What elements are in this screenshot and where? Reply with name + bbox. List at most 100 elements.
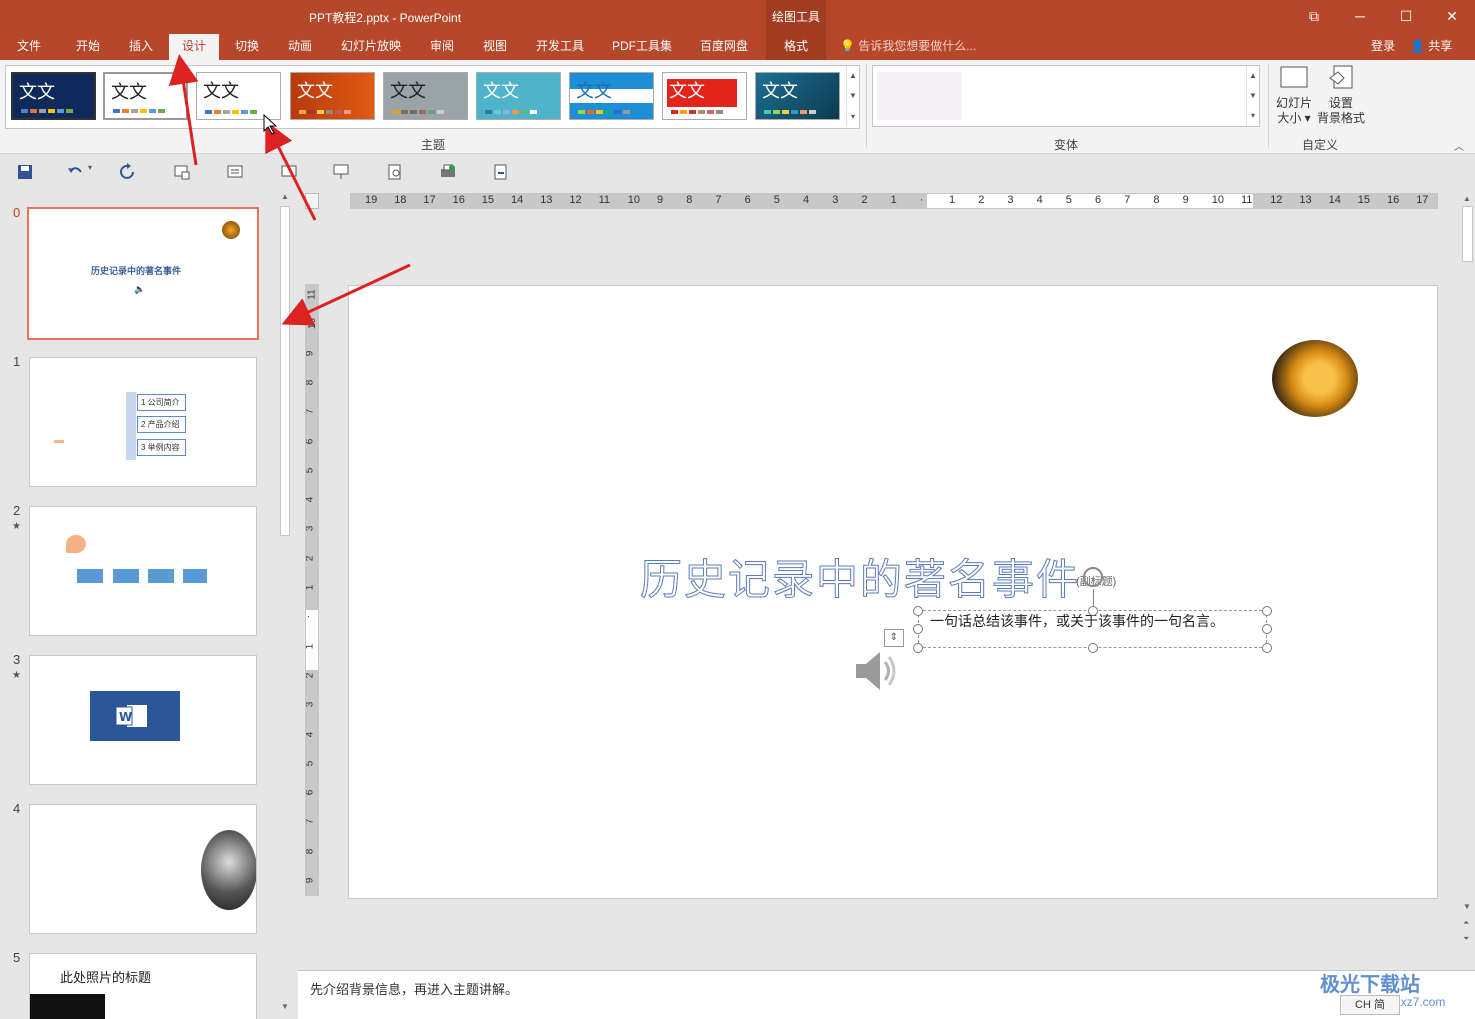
slide-number: 3: [13, 652, 21, 667]
ruler-tick-label: 10: [1211, 194, 1225, 206]
horizontal-ruler[interactable]: 19 18 17 16 15 14 13 12 11 10 9 8 7 6 5 4 3 2 1 · 1 2 3 4 5 6 7 8 9 1…: [350, 193, 1438, 209]
tab-pdf-tools[interactable]: PDF工具集: [603, 34, 681, 60]
layout-options-icon[interactable]: ⇕: [884, 629, 904, 647]
tab-developer[interactable]: 开发工具: [527, 34, 593, 60]
tab-slideshow[interactable]: 幻灯片放映: [333, 34, 409, 60]
variant-thumbnail[interactable]: [877, 72, 962, 120]
present-icon[interactable]: [332, 163, 350, 181]
tab-design[interactable]: 设计: [169, 34, 219, 60]
slide-thumbnail-4[interactable]: [29, 804, 257, 934]
theme-red[interactable]: 文文: [662, 72, 747, 120]
ruler-tick-label: 5: [773, 194, 780, 206]
ruler-tick-label: 2: [978, 194, 985, 206]
resize-handle[interactable]: [913, 624, 923, 634]
ime-indicator[interactable]: CH 简: [1340, 995, 1400, 1015]
share-button[interactable]: 👤 共享: [1410, 34, 1468, 58]
theme-blue-band[interactable]: 文文: [569, 72, 654, 120]
variant-scroll-up-icon[interactable]: ▲: [1246, 66, 1259, 86]
ruler-tick-label: 1: [305, 643, 316, 649]
new-slide-icon[interactable]: [173, 163, 191, 181]
ruler-tick-label: 9: [305, 877, 316, 884]
customize-group-label: 自定义: [1302, 138, 1339, 152]
previous-slide-icon[interactable]: ⏶: [1463, 918, 1469, 928]
resize-handle[interactable]: [1262, 624, 1272, 634]
close-icon[interactable]: ✕: [1429, 0, 1475, 32]
tab-review[interactable]: 审阅: [420, 34, 464, 60]
resize-handle[interactable]: [1088, 606, 1098, 616]
tab-format[interactable]: 格式: [766, 34, 826, 60]
audio-speaker-icon[interactable]: [852, 648, 902, 694]
tab-baidu-netdisk[interactable]: 百度网盘: [690, 34, 758, 60]
tab-transitions[interactable]: 切换: [225, 34, 269, 60]
scroll-down-icon[interactable]: ▼: [1463, 902, 1471, 911]
slide-thumbnail-5[interactable]: 此处照片的标题: [29, 953, 257, 1019]
theme-office-dark[interactable]: 文文: [11, 72, 96, 120]
slide-thumbnail-3[interactable]: W: [29, 655, 257, 785]
notes-pane[interactable]: 先介绍背景信息，再进入主题讲解。: [298, 970, 1475, 1019]
resize-handle[interactable]: [1262, 606, 1272, 616]
tab-insert[interactable]: 插入: [119, 34, 163, 60]
editor-scrollbar[interactable]: ▲ ▼ ⏶ ⏷: [1460, 190, 1475, 968]
format-background-icon: [1326, 64, 1356, 92]
slide-thumbnail-0[interactable]: 历史记录中的著名事件 🔈: [27, 207, 259, 340]
theme-office-2[interactable]: 文文: [196, 72, 281, 120]
print-preview-icon[interactable]: [386, 163, 404, 181]
theme-orange[interactable]: 文文: [290, 72, 375, 120]
scroll-up-icon[interactable]: ▲: [1463, 194, 1471, 203]
gallery-scroll-down-icon[interactable]: ▼: [846, 86, 859, 106]
ruler-corner: [305, 193, 319, 209]
resize-handle[interactable]: [1262, 643, 1272, 653]
resize-handle[interactable]: [913, 643, 923, 653]
slide-size-button[interactable]: 幻灯片 大小 ▾: [1272, 64, 1316, 126]
minimize-icon[interactable]: ─: [1337, 0, 1383, 32]
save-icon[interactable]: [16, 163, 34, 181]
tab-file[interactable]: 文件: [8, 34, 50, 60]
subtitle-text[interactable]: 一句话总结该事件，或关于该事件的一句名言。: [930, 611, 1224, 631]
ruler-tick-label: 4: [305, 496, 316, 503]
print-icon[interactable]: [439, 163, 457, 181]
scrollbar-thumb[interactable]: [1462, 206, 1473, 262]
scroll-down-icon[interactable]: ▼: [281, 1002, 289, 1011]
login-link[interactable]: 登录: [1371, 34, 1395, 58]
slide-thumbnail-2[interactable]: [29, 506, 257, 636]
tab-view[interactable]: 视图: [473, 34, 517, 60]
theme-dark-teal[interactable]: 文文: [755, 72, 840, 120]
tab-animations[interactable]: 动画: [278, 34, 322, 60]
ruler-tick-label: 19: [365, 194, 378, 206]
variant-scroll-down-icon[interactable]: ▼: [1246, 86, 1259, 106]
restore-icon[interactable]: ⧉: [1291, 0, 1337, 32]
tab-home[interactable]: 开始: [66, 34, 110, 60]
theme-office[interactable]: 文文: [103, 72, 188, 120]
collapse-ribbon-icon[interactable]: ︿: [1454, 138, 1464, 153]
next-slide-icon[interactable]: ⏷: [1463, 934, 1469, 944]
ruler-tick-label: 4: [1036, 194, 1043, 206]
slide-thumbnail-1[interactable]: 1 公司简介 2 产品介绍 3 举例内容: [29, 357, 257, 487]
slide-title[interactable]: 历史记录中的著名事件: [639, 546, 1080, 607]
theme-gray[interactable]: 文文: [383, 72, 468, 120]
resize-handle[interactable]: [913, 606, 923, 616]
notes-text[interactable]: 先介绍背景信息，再进入主题讲解。: [310, 979, 518, 998]
thumbnail-scrollbar[interactable]: ▲ ▼: [278, 192, 292, 1017]
scroll-up-icon[interactable]: ▲: [281, 192, 289, 201]
format-background-button[interactable]: 设置 背景格式: [1316, 64, 1366, 126]
redo-icon[interactable]: [119, 163, 137, 181]
rotate-handle-icon[interactable]: [1083, 567, 1103, 587]
layout-icon[interactable]: [226, 163, 244, 181]
maximize-icon[interactable]: ☐: [1383, 0, 1429, 32]
theme-sample-text: 文文: [19, 82, 55, 102]
leaf-image[interactable]: [1272, 340, 1358, 417]
resize-handle[interactable]: [1088, 643, 1098, 653]
scrollbar-thumb[interactable]: [280, 206, 290, 536]
ruler-tick-label: 2: [861, 194, 868, 206]
variant-more-icon[interactable]: ▾: [1246, 106, 1259, 126]
tell-me-search[interactable]: 💡 告诉我您想要做什么...: [840, 34, 976, 60]
undo-icon[interactable]: [66, 163, 84, 181]
vertical-ruler[interactable]: 11 10 9 8 7 6 5 4 3 2 1 · 1 2 3 4 5 6 7 8 9: [305, 284, 319, 896]
gallery-more-icon[interactable]: ▾: [846, 107, 859, 127]
export-icon[interactable]: [492, 163, 510, 181]
gallery-scroll-up-icon[interactable]: ▲: [846, 66, 859, 86]
watermark-title: 极光下载站: [1320, 974, 1420, 996]
theme-teal[interactable]: 文文: [476, 72, 561, 120]
slideshow-icon[interactable]: [280, 163, 298, 181]
undo-dropdown-icon[interactable]: ▾: [88, 163, 106, 181]
